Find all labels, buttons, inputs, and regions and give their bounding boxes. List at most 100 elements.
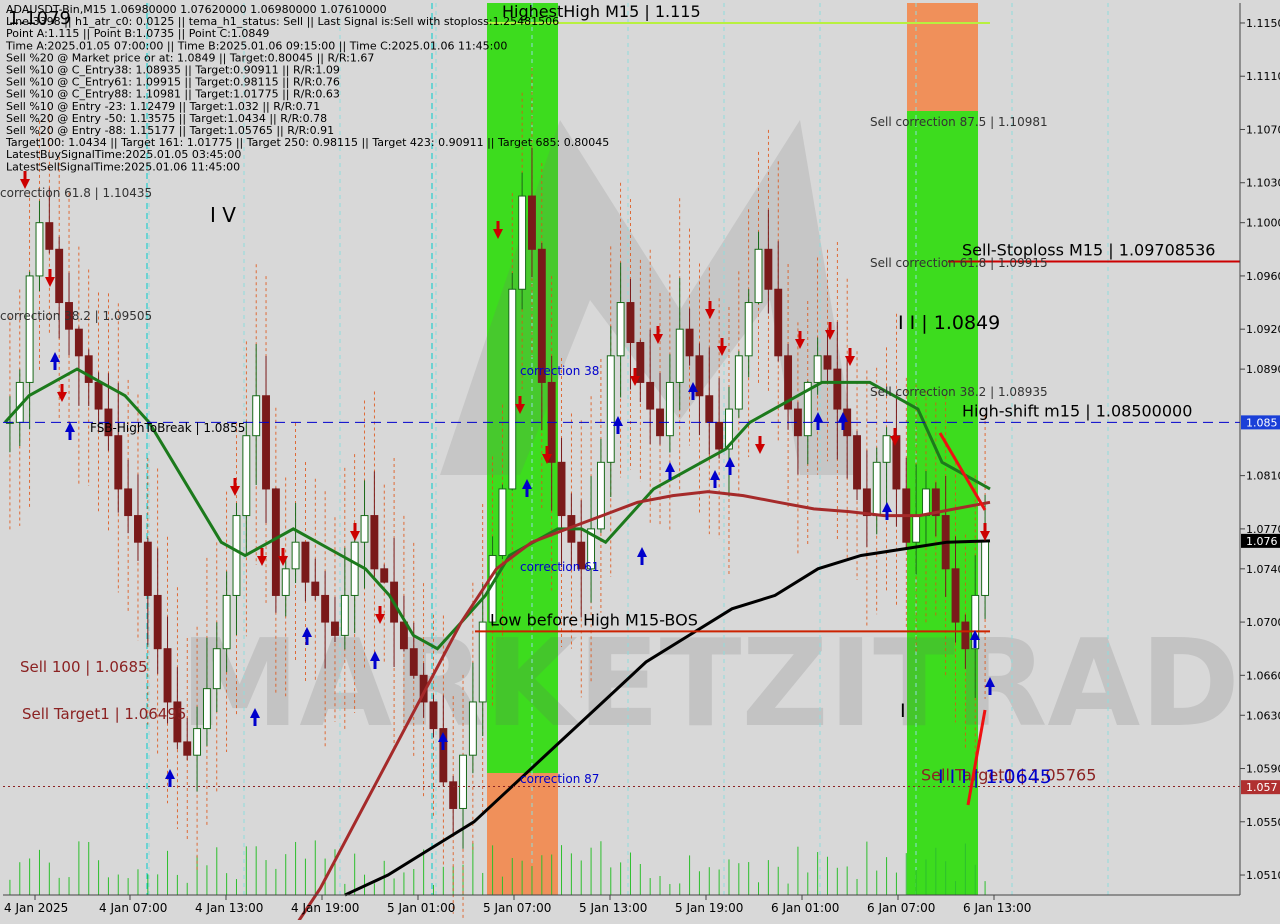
price-tick-label: 1.0630 (1246, 709, 1280, 722)
annotation-label: Sell correction 87.5 | 1.10981 (870, 115, 1048, 129)
candle-body (301, 541, 310, 583)
candle-body (705, 395, 714, 423)
chart-canvas[interactable]: MARKETZITRADE HighestHigh M15 | 1.115Sel… (0, 0, 1280, 924)
info-line: Line:3398 || h1_atr_c0: 0.0125 || tema_h… (6, 15, 559, 28)
candle-body (193, 728, 202, 756)
candle-body (202, 688, 211, 730)
sell-arrow-stem (281, 548, 285, 556)
candle-body (153, 594, 162, 650)
time-tick-label: 5 Jan 13:00 (579, 901, 647, 915)
candle-body (262, 395, 270, 490)
candle-body (340, 594, 349, 636)
candle-body (646, 381, 655, 410)
time-tick-label: 5 Jan 01:00 (387, 901, 455, 915)
candle-body (409, 648, 418, 676)
sell-arrow-stem (798, 331, 802, 339)
candle-body (813, 355, 822, 383)
candle-body (882, 435, 891, 463)
candle-body (961, 621, 970, 650)
time-tick-label: 5 Jan 07:00 (483, 901, 551, 915)
candle-body (114, 435, 123, 490)
candle-body (715, 421, 724, 450)
buy-arrow-stem (616, 426, 620, 434)
candle-body (823, 355, 832, 370)
info-line: Sell %10 @ Entry -23: 1.12479 || Target:… (6, 100, 320, 113)
price-tick-label: 1.1000 (1246, 217, 1280, 230)
candle-body (912, 515, 921, 543)
info-line: Point A:1.115 || Point B:1.0735 || Point… (6, 27, 269, 40)
candle-body (606, 355, 615, 463)
candle-body (370, 515, 379, 570)
sell-zone-orange-top (907, 3, 978, 111)
candle-body (498, 488, 507, 557)
sell-arrow-stem (828, 322, 832, 330)
annotation-label: correction 61.8 | 1.10435 (0, 186, 152, 200)
annotation-label: Sell correction 61.8 | 1.09915 (870, 256, 1048, 270)
candle-body (685, 328, 694, 357)
candle-body (350, 541, 359, 596)
info-line: LatestSellSignalTime:2025.01.06 11:45:00 (6, 160, 240, 173)
candle-body (478, 621, 487, 703)
candle-body (695, 355, 704, 397)
candle-body (922, 488, 930, 517)
buy-arrow-stem (728, 467, 732, 475)
price-tick-label: 1.0740 (1246, 563, 1280, 576)
sell-arrow-stem (60, 384, 64, 392)
price-tick-label: 1.0700 (1246, 616, 1280, 629)
time-tick-label: 6 Jan 07:00 (867, 901, 935, 915)
candle-body (55, 248, 64, 304)
trading-chart[interactable]: MARKETZITRADE HighestHigh M15 | 1.115 Sel… (0, 0, 1280, 924)
time-tick-label: 6 Jan 13:00 (963, 901, 1031, 915)
info-line: Sell %20 @ Market price or at: 1.0849 ||… (6, 51, 374, 64)
candle-body (626, 302, 635, 343)
sell-arrow-stem (633, 368, 637, 376)
sell-arrow-stem (848, 348, 852, 356)
candle-body (764, 248, 773, 290)
buy-arrow-stem (841, 422, 845, 430)
sell-arrow-stem (656, 326, 660, 334)
buy-arrow-stem (816, 422, 820, 430)
price-tick-label: 1.0960 (1246, 270, 1280, 283)
price-axis[interactable]: 1.1150 1.1110 1.1070 1.1030 1.1000 1.0960 1.09… (1239, 0, 1280, 920)
sell-arrow-stem (545, 446, 549, 454)
info-line: Sell %20 @ Entry -88: 1.15177 || Target:… (6, 124, 334, 137)
candle-body (872, 461, 881, 517)
candle-body (616, 302, 625, 357)
price-tag-label: 1.076 (1246, 535, 1278, 548)
buy-arrow-stem (713, 480, 717, 488)
annotation-label: I I | 1.0849 (898, 312, 1000, 334)
info-line: Time A:2025.01.05 07:00:00 || Time B:202… (5, 39, 507, 52)
buy-arrow-stem (691, 392, 695, 400)
buy-arrow-stem (885, 512, 889, 520)
price-tick-label: 1.0890 (1246, 363, 1280, 376)
info-line: Sell %10 @ C_Entry88: 1.10981 || Target:… (6, 88, 340, 101)
annotation-label: correction 87 (520, 772, 599, 786)
price-tick-label: 1.1150 (1246, 17, 1280, 30)
candle-body (459, 754, 467, 809)
candle-body (45, 222, 54, 250)
candle-body (281, 568, 290, 596)
sell-arrow-stem (233, 478, 237, 486)
candle-body (232, 515, 241, 596)
sell-arrow-stem (708, 301, 712, 309)
candle-body (853, 435, 861, 490)
sell-arrow-stem (983, 523, 987, 531)
candle-body (774, 288, 783, 357)
candle-body (833, 368, 842, 410)
candle-body (528, 195, 536, 250)
time-tick-label: 4 Jan 13:00 (195, 901, 263, 915)
price-tag-label: 1.085 (1246, 416, 1278, 429)
top-left-price: 1.1079 (8, 8, 71, 29)
candle-body (429, 701, 438, 730)
annotation-label: Sell 100 | 1.0685 (20, 658, 148, 676)
info-line: Sell %20 @ Entry -50: 1.13575 || Target:… (6, 112, 327, 125)
candle-body (134, 515, 142, 543)
candle-body (596, 461, 605, 530)
level-label: High-shift m15 | 1.08500000 (962, 401, 1192, 420)
candle-body (331, 621, 339, 636)
annotation-label: I I I | 1.0645 (938, 766, 1052, 788)
candle-body (212, 648, 221, 690)
info-line: Target100: 1.0434 || Target 161: 1.01775… (5, 136, 609, 149)
price-tick-label: 1.1070 (1246, 123, 1280, 136)
buy-arrow-stem (168, 779, 172, 787)
